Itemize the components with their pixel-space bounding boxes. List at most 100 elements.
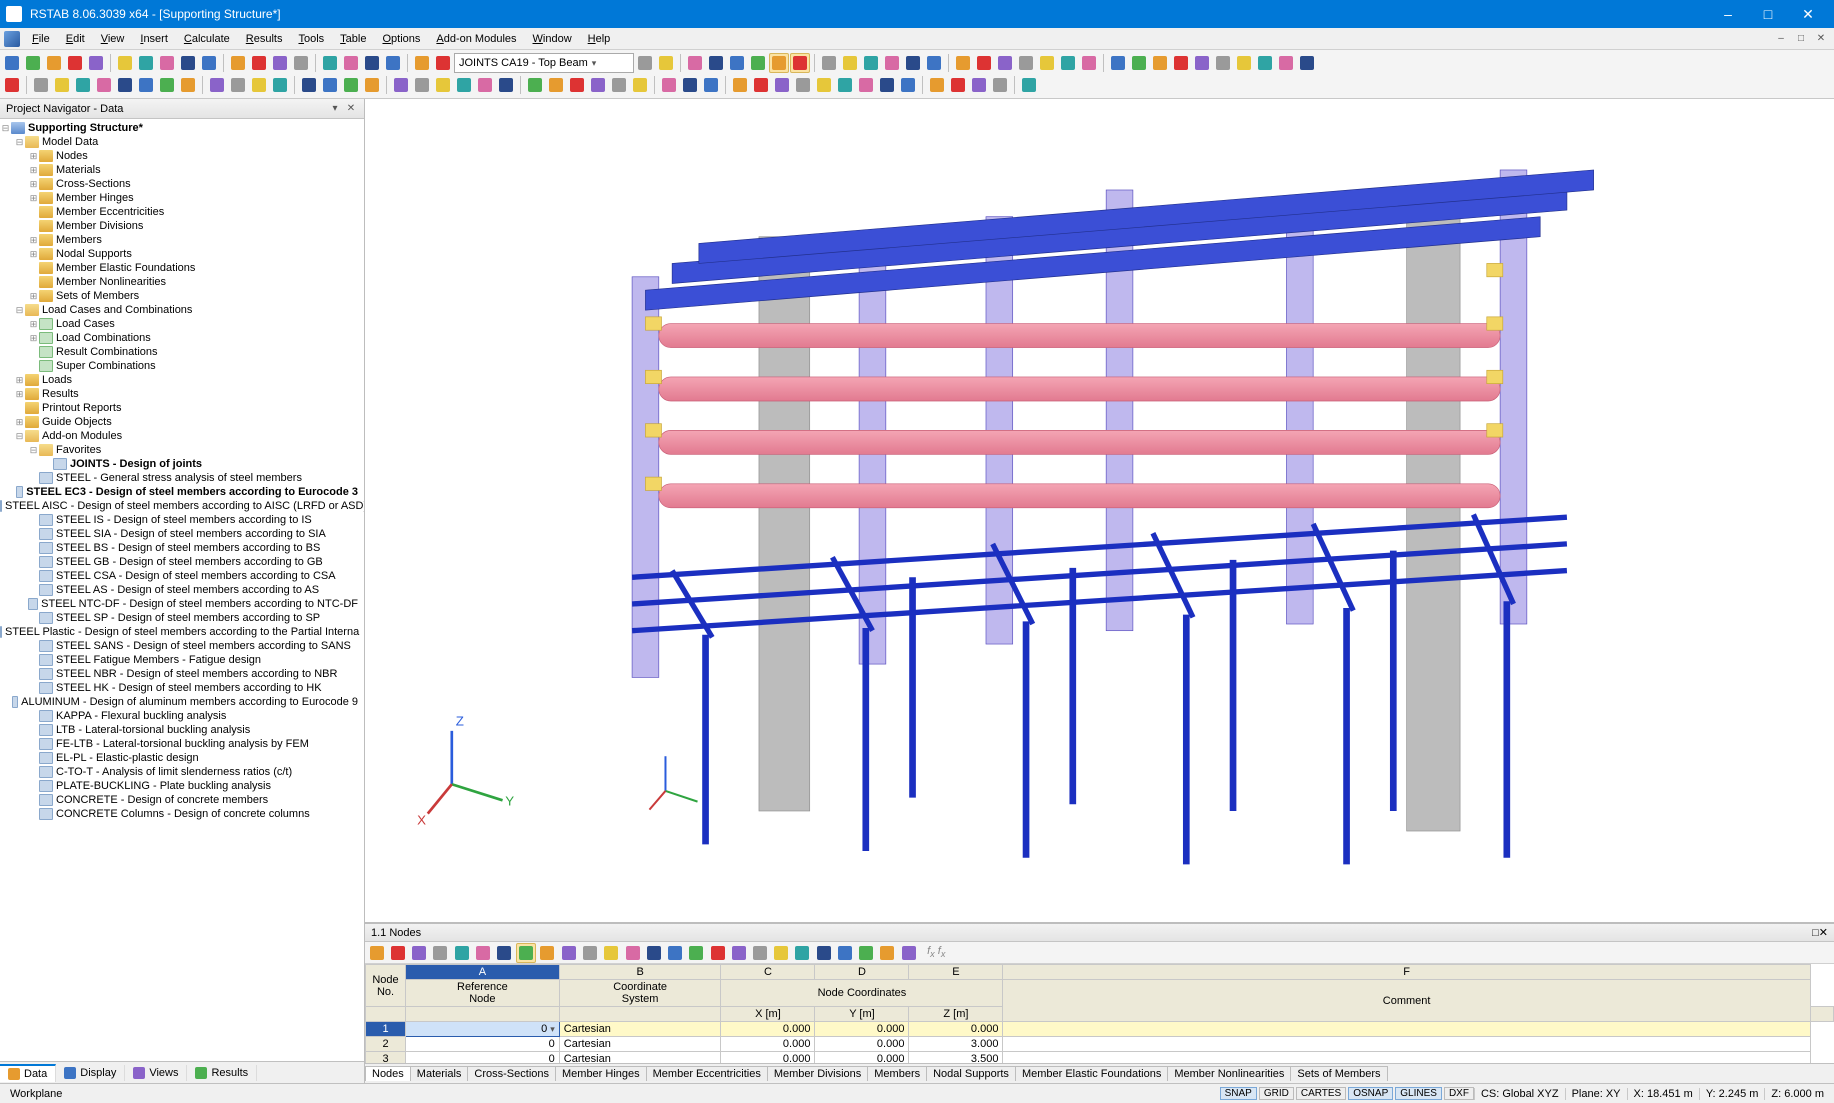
grid-cell[interactable]: 3.500 xyxy=(909,1052,1003,1064)
table-row[interactable]: 10 ▾Cartesian0.0000.0000.000 xyxy=(366,1022,1834,1037)
mdi-restore-button[interactable]: □ xyxy=(1792,31,1810,47)
toolbar-icon[interactable] xyxy=(320,53,340,73)
toolbar-icon[interactable] xyxy=(207,75,227,95)
table-toolbar-icon[interactable] xyxy=(623,943,643,963)
expand-icon[interactable]: ⊞ xyxy=(28,291,39,302)
menu-window[interactable]: Window xyxy=(525,31,580,47)
expand-icon[interactable]: ⊞ xyxy=(28,333,39,344)
col-y[interactable]: Y [m] xyxy=(815,1007,909,1022)
toolbar-icon[interactable] xyxy=(433,53,453,73)
grid-cell[interactable]: 0.000 xyxy=(815,1037,909,1052)
tree-module[interactable]: STEEL SP - Design of steel members accor… xyxy=(0,611,364,625)
toolbar-icon[interactable] xyxy=(86,53,106,73)
toolbar-icon[interactable] xyxy=(790,53,810,73)
tree-printout[interactable]: Printout Reports xyxy=(0,401,364,415)
status-toggle-cartes[interactable]: CARTES xyxy=(1296,1087,1346,1100)
tree-item[interactable]: ⊞Materials xyxy=(0,163,364,177)
tree-module[interactable]: STEEL GB - Design of steel members accor… xyxy=(0,555,364,569)
status-toggle-osnap[interactable]: OSNAP xyxy=(1348,1087,1393,1100)
grid-cell[interactable]: 0.000 xyxy=(721,1037,815,1052)
toolbar-icon[interactable] xyxy=(73,75,93,95)
col-letter-a[interactable]: A xyxy=(406,965,560,980)
col-coord-sys[interactable]: Coordinate System xyxy=(559,980,721,1007)
table-toolbar-icon[interactable] xyxy=(580,943,600,963)
table-tab[interactable]: Member Nonlinearities xyxy=(1167,1066,1291,1081)
table-toolbar-icon[interactable] xyxy=(388,943,408,963)
table-row[interactable]: 30Cartesian0.0000.0003.500 xyxy=(366,1052,1834,1064)
navigator-tree[interactable]: ⊟Supporting Structure*⊟Model Data⊞Nodes⊞… xyxy=(0,119,364,1061)
table-toolbar-icon[interactable] xyxy=(601,943,621,963)
toolbar-icon[interactable] xyxy=(1079,53,1099,73)
toolbar-icon[interactable] xyxy=(115,75,135,95)
table-toolbar-icon[interactable] xyxy=(771,943,791,963)
table-tab[interactable]: Member Hinges xyxy=(555,1066,647,1081)
toolbar-icon[interactable] xyxy=(249,75,269,95)
grid-cell[interactable]: Cartesian xyxy=(559,1052,721,1064)
expand-icon[interactable]: ⊞ xyxy=(14,375,25,386)
toolbar-icon[interactable] xyxy=(249,53,269,73)
menu-calculate[interactable]: Calculate xyxy=(176,31,238,47)
tree-favorites[interactable]: ⊟Favorites xyxy=(0,443,364,457)
toolbar-icon[interactable] xyxy=(953,53,973,73)
toolbar-icon[interactable] xyxy=(969,75,989,95)
toolbar-icon[interactable] xyxy=(228,53,248,73)
table-tab[interactable]: Members xyxy=(867,1066,927,1081)
tree-guide[interactable]: ⊞Guide Objects xyxy=(0,415,364,429)
tree-item[interactable]: Member Divisions xyxy=(0,219,364,233)
nav-tab-views[interactable]: Views xyxy=(125,1065,187,1081)
expand-icon[interactable]: ⊞ xyxy=(28,151,39,162)
toolbar-icon[interactable] xyxy=(898,75,918,95)
tree-item[interactable]: ⊞Sets of Members xyxy=(0,289,364,303)
grid-cell[interactable]: 0 xyxy=(406,1037,560,1052)
table-row[interactable]: 20Cartesian0.0000.0003.000 xyxy=(366,1037,1834,1052)
expand-icon[interactable]: ⊟ xyxy=(14,137,25,148)
table-toolbar-icon[interactable] xyxy=(835,943,855,963)
toolbar-icon[interactable] xyxy=(1192,53,1212,73)
grid-cell[interactable]: 3.000 xyxy=(909,1037,1003,1052)
table-tab[interactable]: Nodes xyxy=(365,1066,411,1081)
col-z[interactable]: Z [m] xyxy=(909,1007,1003,1022)
table-tab[interactable]: Member Elastic Foundations xyxy=(1015,1066,1168,1081)
col-letter-e[interactable]: E xyxy=(909,965,1003,980)
toolbar-icon[interactable] xyxy=(341,75,361,95)
toolbar-icon[interactable] xyxy=(23,53,43,73)
tree-addon[interactable]: ⊟Add-on Modules xyxy=(0,429,364,443)
toolbar-icon[interactable] xyxy=(299,75,319,95)
tree-root[interactable]: ⊟Supporting Structure* xyxy=(0,121,364,135)
toolbar-icon[interactable] xyxy=(730,75,750,95)
mdi-close-button[interactable]: ✕ xyxy=(1812,31,1830,47)
tree-module[interactable]: STEEL CSA - Design of steel members acco… xyxy=(0,569,364,583)
toolbar-icon[interactable] xyxy=(927,75,947,95)
toolbar-icon[interactable] xyxy=(115,53,135,73)
tree-module[interactable]: PLATE-BUCKLING - Plate buckling analysis xyxy=(0,779,364,793)
expand-icon[interactable]: ⊞ xyxy=(28,249,39,260)
status-toggle-dxf[interactable]: DXF xyxy=(1444,1087,1474,1100)
grid-cell[interactable]: 0 ▾ xyxy=(406,1022,560,1037)
tree-module[interactable]: STEEL NBR - Design of steel members acco… xyxy=(0,667,364,681)
toolbar-icon[interactable] xyxy=(948,75,968,95)
menu-add-on-modules[interactable]: Add-on Modules xyxy=(428,31,524,47)
toolbar-icon[interactable] xyxy=(835,75,855,95)
toolbar-icon[interactable] xyxy=(1150,53,1170,73)
tree-item[interactable]: Member Elastic Foundations xyxy=(0,261,364,275)
tree-module[interactable]: STEEL Plastic - Design of steel members … xyxy=(0,625,364,639)
toolbar-icon[interactable] xyxy=(748,53,768,73)
toolbar-icon[interactable] xyxy=(1019,75,1039,95)
nav-tab-results[interactable]: Results xyxy=(187,1065,257,1081)
tree-module[interactable]: STEEL NTC-DF - Design of steel members a… xyxy=(0,597,364,611)
toolbar-icon[interactable] xyxy=(659,75,679,95)
table-toolbar-icon[interactable] xyxy=(537,943,557,963)
toolbar-icon[interactable] xyxy=(525,75,545,95)
table-tab[interactable]: Member Eccentricities xyxy=(646,1066,768,1081)
expand-icon[interactable]: ⊞ xyxy=(14,417,25,428)
toolbar-icon[interactable] xyxy=(727,53,747,73)
tree-model-data[interactable]: ⊟Model Data xyxy=(0,135,364,149)
tree-item[interactable]: ⊞Load Combinations xyxy=(0,331,364,345)
toolbar-icon[interactable] xyxy=(1171,53,1191,73)
toolbar-icon[interactable] xyxy=(383,53,403,73)
toolbar-icon[interactable] xyxy=(2,75,22,95)
toolbar-icon[interactable] xyxy=(433,75,453,95)
menu-results[interactable]: Results xyxy=(238,31,291,47)
toolbar-icon[interactable] xyxy=(751,75,771,95)
toolbar-icon[interactable] xyxy=(1255,53,1275,73)
